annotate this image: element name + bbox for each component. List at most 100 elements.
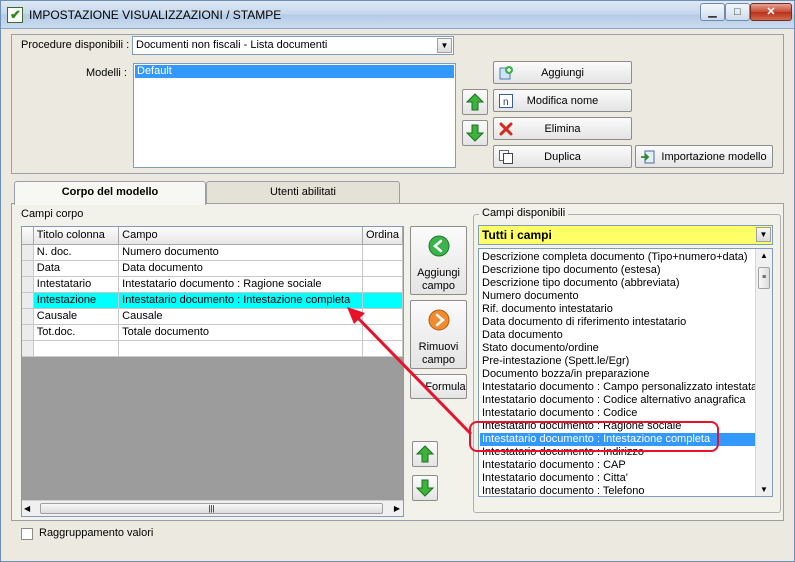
- rimuovi-campo-line2: campo: [421, 354, 456, 366]
- scroll-left-icon[interactable]: ◀: [24, 504, 30, 513]
- cell-campo[interactable]: Numero documento: [118, 244, 363, 261]
- list-item[interactable]: Descrizione completa documento (Tipo+num…: [480, 251, 756, 264]
- table-row[interactable]: Tot.doc. Totale documento: [22, 324, 403, 341]
- move-field-down-button[interactable]: [412, 475, 438, 501]
- row-selector[interactable]: [22, 292, 34, 309]
- scroll-up-icon[interactable]: ▲: [760, 251, 768, 260]
- cell-ordina[interactable]: [362, 292, 403, 309]
- minimize-button[interactable]: ▁: [700, 3, 725, 21]
- close-button[interactable]: ✕: [750, 3, 792, 21]
- list-item[interactable]: Intestatario documento : Campo personali…: [480, 381, 769, 394]
- grid-horizontal-scrollbar[interactable]: ◀ ||| ▶: [22, 500, 403, 516]
- list-item[interactable]: Intestatario documento : Codice alternat…: [480, 394, 756, 407]
- move-field-up-button[interactable]: [412, 441, 438, 467]
- list-item[interactable]: Intestatario documento : Indirizzo: [480, 446, 756, 459]
- table-row-empty[interactable]: [22, 340, 403, 357]
- row-selector[interactable]: [22, 324, 34, 341]
- cell-campo[interactable]: Causale: [118, 308, 363, 325]
- table-row[interactable]: Data Data documento: [22, 260, 403, 277]
- aggiungi-campo-line1: Aggiungi: [417, 267, 460, 279]
- campi-disponibili-label: Campi disponibili: [479, 207, 569, 219]
- cell-titolo[interactable]: Intestatario: [33, 276, 120, 293]
- importazione-modello-button[interactable]: Importazione modello: [635, 145, 773, 168]
- table-row-selected[interactable]: Intestazione Intestatario documento : In…: [22, 292, 403, 309]
- add-field-arrow-left-icon: [428, 235, 450, 257]
- app-check-icon: [7, 7, 23, 23]
- col-campo[interactable]: Campo: [118, 227, 363, 245]
- raggruppamento-checkbox[interactable]: [21, 528, 33, 540]
- table-row[interactable]: N. doc. Numero documento: [22, 244, 403, 261]
- table-row[interactable]: Intestatario Intestatario documento : Ra…: [22, 276, 403, 293]
- scroll-thumb[interactable]: |||: [40, 503, 383, 514]
- list-item[interactable]: Descrizione tipo documento (abbreviata): [480, 277, 756, 290]
- scroll-down-icon[interactable]: ▼: [760, 485, 768, 494]
- list-item[interactable]: Intestatario documento : CAP: [480, 459, 756, 472]
- list-item[interactable]: Data documento di riferimento intestatar…: [480, 316, 756, 329]
- list-item-selected[interactable]: Intestatario documento : Intestazione co…: [480, 433, 756, 446]
- aggiungi-campo-line2: campo: [421, 280, 456, 292]
- campi-vertical-scrollbar[interactable]: ▲ ≡ ▼: [755, 249, 772, 496]
- cell-ordina[interactable]: [362, 260, 403, 277]
- cell-ordina[interactable]: [362, 340, 403, 357]
- cell-titolo[interactable]: Data: [33, 260, 120, 277]
- cell-ordina[interactable]: [362, 276, 403, 293]
- cell-titolo[interactable]: Tot.doc.: [33, 324, 120, 341]
- col-titolo-colonna[interactable]: Titolo colonna: [33, 227, 120, 245]
- list-item[interactable]: Intestatario documento : Ragione sociale: [480, 420, 756, 433]
- list-item[interactable]: Data documento: [480, 329, 756, 342]
- table-row[interactable]: Causale Causale: [22, 308, 403, 325]
- cell-campo[interactable]: Intestatario documento : Intestazione co…: [118, 292, 363, 309]
- move-model-up-button[interactable]: [462, 89, 488, 115]
- cell-campo[interactable]: [118, 340, 363, 357]
- row-selector[interactable]: [22, 276, 34, 293]
- procedure-value: Documenti non fiscali - Lista documenti: [136, 39, 328, 51]
- modelli-item-default[interactable]: Default: [135, 65, 454, 78]
- list-item[interactable]: Stato documento/ordine: [480, 342, 756, 355]
- scroll-right-icon[interactable]: ▶: [394, 504, 400, 513]
- cell-ordina[interactable]: [362, 244, 403, 261]
- maximize-button[interactable]: □: [725, 3, 750, 21]
- row-selector[interactable]: [22, 340, 34, 357]
- tab-corpo-del-modello[interactable]: Corpo del modello: [14, 181, 206, 205]
- list-item[interactable]: Intestatario documento : Citta': [480, 472, 756, 485]
- row-selector[interactable]: [22, 260, 34, 277]
- campi-filter-select[interactable]: Tutti i campi ▼: [478, 225, 773, 245]
- list-item[interactable]: Descrizione tipo documento (estesa): [480, 264, 756, 277]
- formula-button[interactable]: Formula: [410, 374, 467, 399]
- chevron-down-icon: ▼: [437, 38, 452, 53]
- col-ordina[interactable]: Ordina: [362, 227, 403, 245]
- list-item[interactable]: Intestatario documento : Telefono: [480, 485, 756, 496]
- duplica-button[interactable]: Duplica: [493, 145, 632, 168]
- aggiungi-campo-button[interactable]: Aggiungi campo: [410, 226, 467, 295]
- row-selector[interactable]: [22, 308, 34, 325]
- modelli-list[interactable]: Default: [133, 63, 456, 168]
- cell-ordina[interactable]: [362, 324, 403, 341]
- cell-titolo[interactable]: Causale: [33, 308, 120, 325]
- elimina-button[interactable]: Elimina: [493, 117, 632, 140]
- campi-corpo-grid[interactable]: Titolo colonna Campo Ordina N. doc. Nume…: [21, 226, 404, 517]
- list-item[interactable]: Intestatario documento : Codice: [480, 407, 756, 420]
- cell-campo[interactable]: Data documento: [118, 260, 363, 277]
- list-item[interactable]: Rif. documento intestatario: [480, 303, 756, 316]
- importazione-label: Importazione modello: [661, 151, 767, 163]
- cell-ordina[interactable]: [362, 308, 403, 325]
- campi-disponibili-list[interactable]: Descrizione completa documento (Tipo+num…: [478, 248, 773, 497]
- list-item[interactable]: Documento bozza/in preparazione: [480, 368, 756, 381]
- tab-utenti-abilitati[interactable]: Utenti abilitati: [206, 181, 400, 203]
- row-selector[interactable]: [22, 244, 34, 261]
- cell-campo[interactable]: Totale documento: [118, 324, 363, 341]
- cell-titolo[interactable]: N. doc.: [33, 244, 120, 261]
- list-item[interactable]: Numero documento: [480, 290, 756, 303]
- procedure-select[interactable]: Documenti non fiscali - Lista documenti …: [132, 36, 454, 55]
- cell-titolo[interactable]: [33, 340, 120, 357]
- scroll-thumb[interactable]: ≡: [758, 267, 770, 289]
- rimuovi-campo-button[interactable]: Rimuovi campo: [410, 300, 467, 369]
- list-item[interactable]: Pre-intestazione (Spett.le/Egr): [480, 355, 756, 368]
- cell-campo[interactable]: Intestatario documento : Ragione sociale: [118, 276, 363, 293]
- aggiungi-button[interactable]: Aggiungi: [493, 61, 632, 84]
- arrow-down-icon: [466, 124, 484, 142]
- move-model-down-button[interactable]: [462, 120, 488, 146]
- modifica-nome-button[interactable]: n Modifica nome: [493, 89, 632, 112]
- cell-titolo[interactable]: Intestazione: [33, 292, 120, 309]
- elimina-label: Elimina: [544, 123, 581, 135]
